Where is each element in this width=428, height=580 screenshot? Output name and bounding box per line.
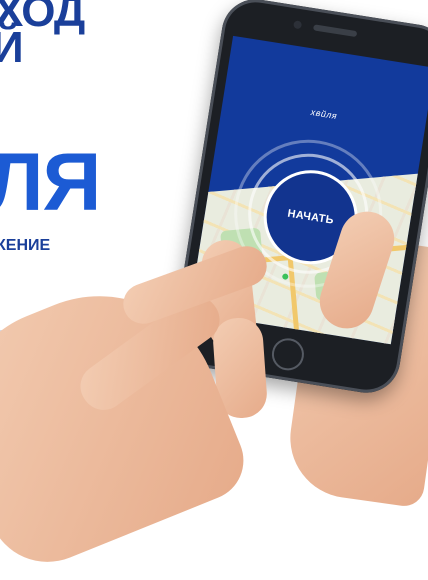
ad-tagline: КЕНИЕ: [0, 237, 51, 254]
app-logo: хвйля: [310, 107, 338, 122]
home-button[interactable]: [269, 336, 307, 373]
ad-headline-line-2: Й: [0, 23, 24, 72]
front-camera-icon: [293, 20, 303, 30]
ad-brand-name: ЛЯ: [0, 137, 101, 228]
earpiece-speaker: [312, 24, 358, 38]
